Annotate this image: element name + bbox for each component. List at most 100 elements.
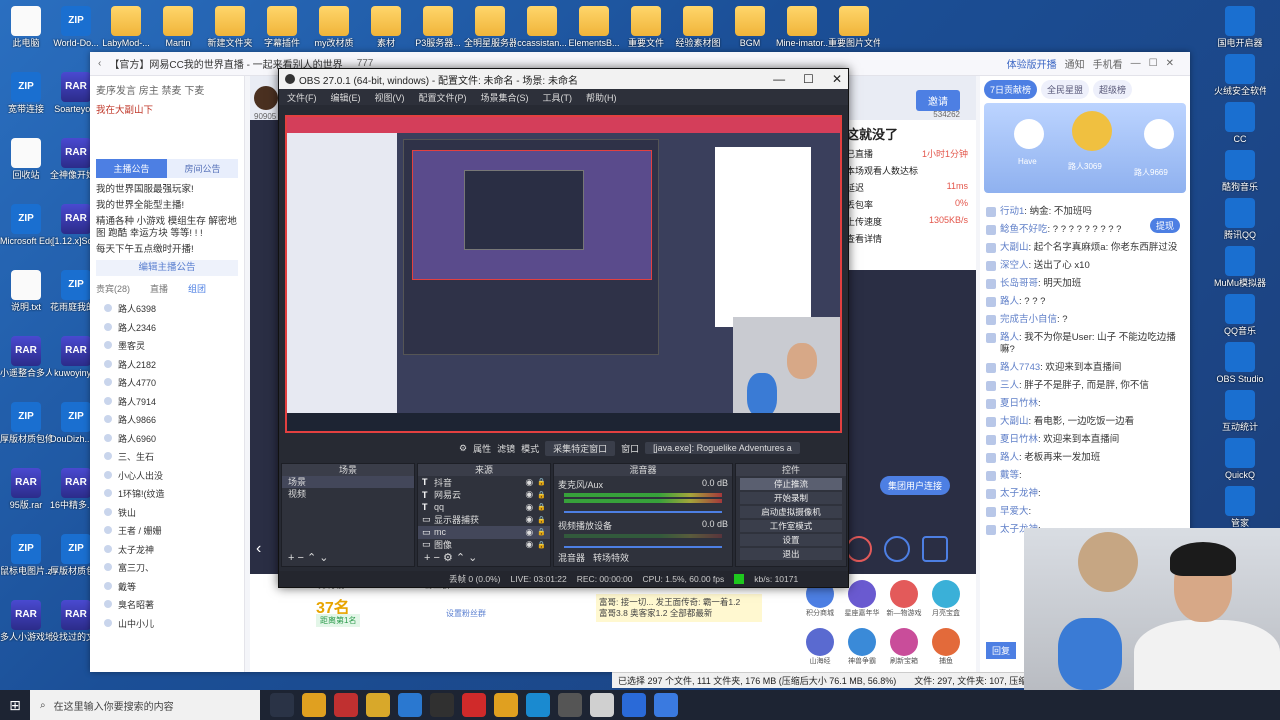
reply-button[interactable]: 回复 xyxy=(986,642,1017,659)
chat-bubble-icon[interactable] xyxy=(884,536,910,562)
chat-username[interactable]: 三人 xyxy=(1000,380,1019,391)
desktop-icon[interactable]: Martin xyxy=(152,6,204,48)
eye-icon[interactable]: ◉ xyxy=(525,539,533,550)
desktop-icon[interactable]: 全明星服务器... xyxy=(464,6,516,48)
obs-menu-item[interactable]: 场景集合(S) xyxy=(481,91,529,104)
desktop-icon[interactable]: 火绒安全软件 xyxy=(1214,54,1266,96)
control-button[interactable]: 开始录制 xyxy=(740,492,842,504)
desktop-icon[interactable]: ZIP World-Do... xyxy=(50,6,102,48)
chat-username[interactable]: 路人 xyxy=(1000,332,1019,343)
photos-icon[interactable] xyxy=(558,693,582,717)
screen-icon[interactable] xyxy=(922,536,948,562)
host-avatar[interactable] xyxy=(254,86,278,110)
control-button[interactable]: 启动虚拟摄像机 xyxy=(740,506,842,518)
obs-menu-item[interactable]: 配置文件(P) xyxy=(419,91,467,104)
desktop-icon[interactable]: OBS Studio xyxy=(1214,342,1266,384)
tab-transitions[interactable]: 转场特效 xyxy=(593,551,629,564)
explorer-icon[interactable] xyxy=(366,693,390,717)
tab-vip[interactable]: 贵宾(28) xyxy=(96,282,130,295)
viewer-item[interactable]: 路人2182 xyxy=(90,355,244,374)
gift-item[interactable]: 刷新宝箱 xyxy=(884,628,924,666)
sogou-icon[interactable] xyxy=(590,693,614,717)
viewer-item[interactable]: 路人7914 xyxy=(90,392,244,411)
close-icon[interactable]: ✕ xyxy=(1166,58,1174,69)
desktop-icon[interactable]: 酷狗音乐 xyxy=(1214,150,1266,192)
minimize-icon[interactable]: — xyxy=(1131,58,1141,69)
avatar[interactable] xyxy=(1072,111,1112,151)
desktop-icon[interactable]: 重要图片文件 xyxy=(828,6,880,48)
obs-menu-item[interactable]: 编辑(E) xyxy=(331,91,361,104)
eye-icon[interactable]: ◉ xyxy=(525,527,533,538)
prev-arrow-icon[interactable]: ‹ xyxy=(256,540,261,558)
minimize-icon[interactable]: — xyxy=(773,72,785,86)
source-add-icon[interactable]: + − ⚙ ⌃ ⌄ xyxy=(424,551,477,564)
tab-live[interactable]: 直播 xyxy=(150,282,168,295)
desktop-icon[interactable]: RAR 小遥整合多人小游戏地图... xyxy=(0,336,52,378)
notify-button[interactable]: 通知 xyxy=(1065,56,1085,71)
viewer-item[interactable]: 三、生石 xyxy=(90,447,244,466)
eye-icon[interactable]: ◉ xyxy=(525,489,533,500)
desktop-icon[interactable]: 互动统计 xyxy=(1214,390,1266,432)
viewer-item[interactable]: 山中小儿 xyxy=(90,614,244,633)
viewer-item[interactable]: 路人6398 xyxy=(90,299,244,318)
viewer-item[interactable]: 路人4770 xyxy=(90,373,244,392)
obs-menu-item[interactable]: 工具(T) xyxy=(543,91,573,104)
source-item[interactable]: T 抖音 ◉ 🔒 xyxy=(418,476,550,489)
chat-username[interactable]: 完成吉小自信 xyxy=(1000,314,1057,325)
gift-icon[interactable] xyxy=(846,536,872,562)
tab-mixer[interactable]: 混音器 xyxy=(558,551,585,564)
viewer-item[interactable]: 王者 / 姗姗 xyxy=(90,521,244,540)
maximize-icon[interactable]: ☐ xyxy=(1149,58,1158,69)
desktop-icon[interactable]: 字幕插件 xyxy=(256,6,308,48)
desktop-icon[interactable]: 此电脑 xyxy=(0,6,52,48)
properties-button[interactable]: 属性 xyxy=(473,442,491,455)
lock-icon[interactable]: 🔒 xyxy=(537,503,546,511)
chat-username[interactable]: 深空人 xyxy=(1000,260,1029,271)
chat-username[interactable]: 太子龙神 xyxy=(1000,488,1038,499)
desktop-icon[interactable]: BGM xyxy=(724,6,776,48)
viewer-item[interactable]: 铁山 xyxy=(90,503,244,522)
bilibili-icon[interactable] xyxy=(622,693,646,717)
obs-preview[interactable] xyxy=(285,115,842,433)
eye-icon[interactable]: ◉ xyxy=(525,502,533,513)
viewer-item[interactable]: 路人9866 xyxy=(90,410,244,429)
tab-host-announcement[interactable]: 主播公告 xyxy=(96,159,167,178)
close-icon[interactable]: ✕ xyxy=(832,72,842,86)
obs-menu-item[interactable]: 视图(V) xyxy=(375,91,405,104)
back-icon[interactable]: ‹ xyxy=(98,58,101,69)
chat-username[interactable]: 路人 xyxy=(1000,296,1019,307)
desktop-icon[interactable]: 国电开启器 xyxy=(1214,6,1266,48)
viewer-item[interactable]: 墨客灵 xyxy=(90,336,244,355)
chat-username[interactable]: 戴等 xyxy=(1000,470,1019,481)
tab-star-league[interactable]: 全民星盟 xyxy=(1041,80,1090,99)
desktop-icon[interactable]: ccassistan... xyxy=(516,6,568,48)
self-mic-item[interactable]: 我在大副山下 xyxy=(90,103,244,119)
task-view-icon[interactable] xyxy=(270,693,294,717)
tab-group[interactable]: 组团 xyxy=(188,282,206,295)
group-user-connect-button[interactable]: 集团用户连接 xyxy=(879,476,950,495)
desktop-icon[interactable]: RAR 多人小游戏地图集.rar xyxy=(0,600,52,642)
desktop-icon[interactable]: ZIP Microsoft Edge xyxy=(0,204,52,246)
chat-username[interactable]: 鲶鱼不好吃 xyxy=(1000,224,1048,235)
chat-username[interactable]: 夏日竹林 xyxy=(1000,398,1038,409)
desktop-icon[interactable]: 说明.txt xyxy=(0,270,52,312)
taskbar-search[interactable]: ⌕ 在这里输入你要搜索的内容 xyxy=(30,690,260,720)
desktop-icon[interactable]: LabyMod-... xyxy=(100,6,152,48)
source-item[interactable]: ▭ mc ◉ 🔒 xyxy=(418,526,550,539)
gear-icon[interactable]: ⚙ xyxy=(459,443,467,454)
obs-icon[interactable] xyxy=(430,693,454,717)
chat-username[interactable]: 夏日竹林 xyxy=(1000,434,1038,445)
chrome-icon[interactable] xyxy=(302,693,326,717)
mode-select[interactable]: 采集特定窗口 xyxy=(545,440,616,456)
viewer-item[interactable]: 小心人出没 xyxy=(90,466,244,485)
phone-watch-button[interactable]: 手机看 xyxy=(1093,56,1123,71)
desktop-icon[interactable]: RAR 95版.rar xyxy=(0,468,52,510)
desktop-icon[interactable]: Mine-imator... xyxy=(776,6,828,48)
desktop-icon[interactable]: QuickQ xyxy=(1214,438,1266,480)
control-button[interactable]: 设置 xyxy=(740,534,842,546)
viewer-item[interactable]: 太子龙神 xyxy=(90,540,244,559)
desktop-icon[interactable]: 回收站 xyxy=(0,138,52,180)
source-item[interactable]: T 网易云 ◉ 🔒 xyxy=(418,489,550,502)
desktop-icon[interactable]: 管家 xyxy=(1214,486,1266,528)
gift-item[interactable]: 捕鱼 xyxy=(926,628,966,666)
